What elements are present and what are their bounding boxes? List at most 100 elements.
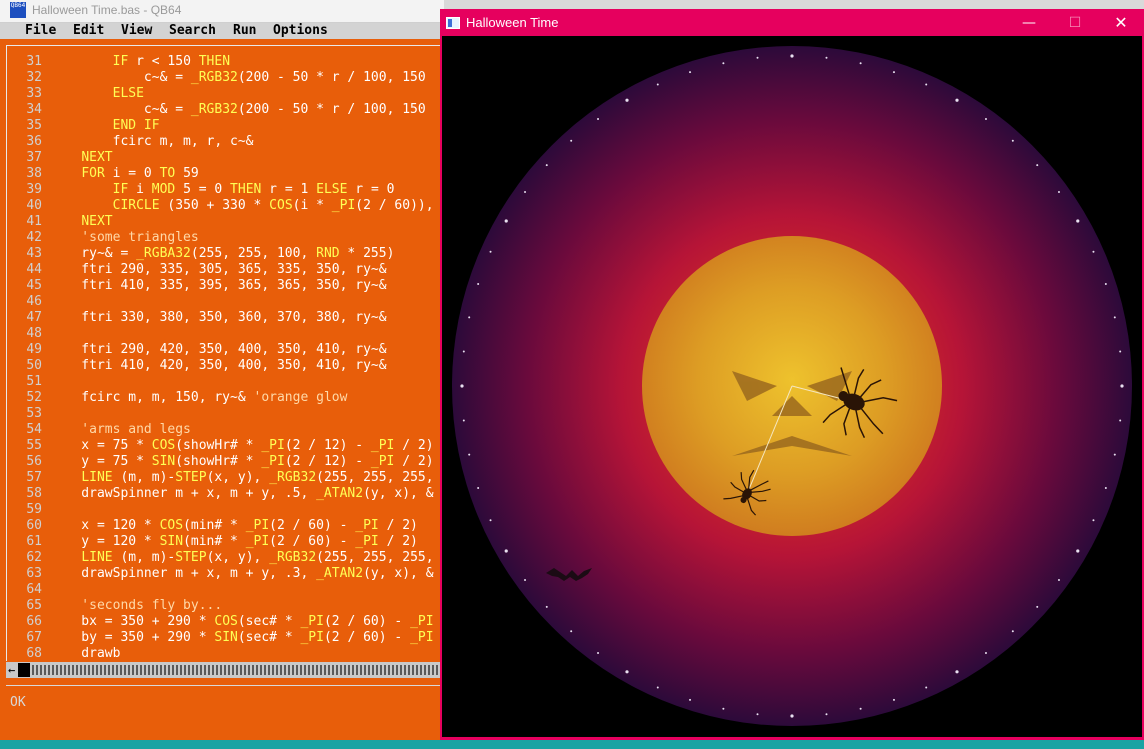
line-number: 62	[26, 550, 42, 565]
comment-token: 'orange glow	[253, 390, 348, 405]
keyword-token: CIRCLE	[112, 198, 160, 213]
code-line[interactable]: 66 bx = 350 + 290 * COS(sec# * _PI(2 / 6…	[0, 614, 444, 630]
menu-edit[interactable]: Edit	[73, 23, 104, 39]
menu-view[interactable]: View	[121, 23, 152, 39]
halloween-time-window: Halloween Time — ☐ ✕	[440, 9, 1144, 740]
code-token: ftri 330, 380, 350, 360, 370, 380, ry~&	[50, 310, 387, 325]
code-editor[interactable]: 31 IF r < 150 THEN 32 c~& = _RGB32(200 - …	[0, 45, 444, 661]
code-line[interactable]: 40 CIRCLE (350 + 330 * COS(i * _PI(2 / 6…	[0, 198, 444, 214]
code-token: 59	[175, 166, 199, 181]
code-line[interactable]: 63 drawSpinner m + x, m + y, .3, _ATAN2(…	[0, 566, 444, 582]
comment-token: 'seconds fly by...	[50, 598, 223, 613]
code-line[interactable]: 52 fcirc m, m, 150, ry~& 'orange glow	[0, 390, 444, 406]
code-line[interactable]: 68 drawb	[0, 646, 444, 661]
code-line[interactable]: 56 y = 75 * SIN(showHr# * _PI(2 / 12) - …	[0, 454, 444, 470]
code-line[interactable]: 44 ftri 290, 335, 305, 365, 335, 350, ry…	[0, 262, 444, 278]
code-line[interactable]: 67 by = 350 + 290 * SIN(sec# * _PI(2 / 6…	[0, 630, 444, 646]
code-text: ftri 410, 335, 395, 365, 365, 350, ry~&	[50, 278, 386, 294]
scrollbar-track[interactable]	[32, 665, 442, 675]
code-text: ftri 290, 420, 350, 400, 350, 410, ry~&	[50, 342, 386, 358]
tick-dot	[1119, 350, 1122, 353]
line-number: 60	[26, 518, 42, 533]
keyword-token: LINE	[81, 550, 113, 565]
keyword-token: THEN	[198, 54, 231, 69]
code-line[interactable]: 41 NEXT	[0, 214, 444, 230]
tick-dot	[859, 707, 862, 710]
minimize-button[interactable]: —	[1006, 9, 1052, 37]
code-line[interactable]: 31 IF r < 150 THEN	[0, 54, 444, 70]
keyword-token: MOD	[151, 182, 176, 197]
code-line[interactable]: 39 IF i MOD 5 = 0 THEN r = 1 ELSE r = 0	[0, 182, 444, 198]
menu-run[interactable]: Run	[233, 23, 256, 39]
code-text: 'some triangles	[50, 230, 198, 246]
line-number: 49	[26, 342, 42, 357]
code-line[interactable]: 42 'some triangles	[0, 230, 444, 246]
output-titlebar[interactable]: Halloween Time — ☐ ✕	[440, 9, 1144, 37]
code-line[interactable]: 55 x = 75 * COS(showHr# * _PI(2 / 12) - …	[0, 438, 444, 454]
scrollbar-thumb[interactable]	[18, 663, 30, 677]
code-token: i	[128, 182, 152, 197]
tick-dot	[1104, 486, 1107, 489]
menu-file[interactable]: File	[25, 23, 56, 39]
code-token: (2 / 60) -	[269, 534, 356, 549]
code-line[interactable]: 53	[0, 406, 444, 422]
code-text: NEXT	[50, 150, 112, 166]
code-line[interactable]: 60 x = 120 * COS(min# * _PI(2 / 60) - _P…	[0, 518, 444, 534]
keyword-token: THEN	[230, 182, 262, 197]
code-line[interactable]: 36 fcirc m, m, r, c~&	[0, 134, 444, 150]
code-line[interactable]: 65 'seconds fly by...	[0, 598, 444, 614]
line-number: 33	[26, 86, 42, 101]
menu-options[interactable]: Options	[273, 23, 328, 39]
scroll-left-arrow-icon[interactable]: ←	[8, 663, 18, 677]
code-token: (min# *	[183, 518, 246, 533]
code-line[interactable]: 34 c~& = _RGB32(200 - 50 * r / 100, 150	[0, 102, 444, 118]
maximize-button[interactable]: ☐	[1052, 9, 1098, 37]
tick-dot	[656, 83, 659, 86]
code-text: fcirc m, m, r, c~&	[50, 134, 254, 150]
code-line[interactable]: 33 ELSE	[0, 86, 444, 102]
tick-dot	[462, 350, 465, 353]
code-line[interactable]: 32 c~& = _RGB32(200 - 50 * r / 100, 150	[0, 70, 444, 86]
code-text: drawSpinner m + x, m + y, .3, _ATAN2(y, …	[50, 566, 433, 582]
line-number: 58	[26, 486, 42, 501]
code-lines: 31 IF r < 150 THEN 32 c~& = _RGB32(200 - …	[0, 54, 444, 661]
close-button[interactable]: ✕	[1098, 9, 1144, 37]
keyword-token: _ATAN2	[316, 566, 364, 581]
code-line[interactable]: 59	[0, 502, 444, 518]
qb64-titlebar[interactable]: QB64 Halloween Time.bas - QB64	[0, 0, 444, 23]
keyword-token: _PI	[370, 438, 395, 453]
line-number: 38	[26, 166, 42, 181]
menu-search[interactable]: Search	[169, 23, 216, 39]
code-line[interactable]: 61 y = 120 * SIN(min# * _PI(2 / 60) - _P…	[0, 534, 444, 550]
code-line[interactable]: 51	[0, 374, 444, 390]
tick-dot	[689, 698, 692, 701]
code-line[interactable]: 38 FOR i = 0 TO 59	[0, 166, 444, 182]
code-line[interactable]: 62 LINE (m, m)-STEP(x, y), _RGB32(255, 2…	[0, 550, 444, 566]
code-line[interactable]: 54 'arms and legs	[0, 422, 444, 438]
code-line[interactable]: 43 ry~& = _RGBA32(255, 255, 100, RND * 2…	[0, 246, 444, 262]
code-token: by = 350 + 290 *	[50, 630, 215, 645]
code-line[interactable]: 58 drawSpinner m + x, m + y, .5, _ATAN2(…	[0, 486, 444, 502]
code-token: (200 - 50 * r / 100, 150	[237, 70, 426, 85]
code-text: ftri 410, 420, 350, 400, 350, 410, ry~&	[50, 358, 386, 374]
code-line[interactable]: 47 ftri 330, 380, 350, 360, 370, 380, ry…	[0, 310, 444, 326]
code-token: (2 / 60) -	[323, 630, 411, 645]
code-line[interactable]: 57 LINE (m, m)-STEP(x, y), _RGB32(255, 2…	[0, 470, 444, 486]
code-line[interactable]: 49 ftri 290, 420, 350, 400, 350, 410, ry…	[0, 342, 444, 358]
code-line[interactable]: 37 NEXT	[0, 150, 444, 166]
code-line[interactable]: 64	[0, 582, 444, 598]
line-number: 31	[26, 54, 42, 69]
horizontal-scrollbar[interactable]: ←	[6, 662, 444, 678]
line-number: 66	[26, 614, 42, 629]
code-text: IF i MOD 5 = 0 THEN r = 1 ELSE r = 0	[50, 182, 395, 198]
code-line[interactable]: 48	[0, 326, 444, 342]
line-number: 50	[26, 358, 42, 373]
code-line[interactable]: 46	[0, 294, 444, 310]
code-line[interactable]: 50 ftri 410, 420, 350, 400, 350, 410, ry…	[0, 358, 444, 374]
keyword-token: _PI	[410, 614, 434, 629]
code-line[interactable]: 45 ftri 410, 335, 395, 365, 365, 350, ry…	[0, 278, 444, 294]
code-line[interactable]: 35 END IF	[0, 118, 444, 134]
